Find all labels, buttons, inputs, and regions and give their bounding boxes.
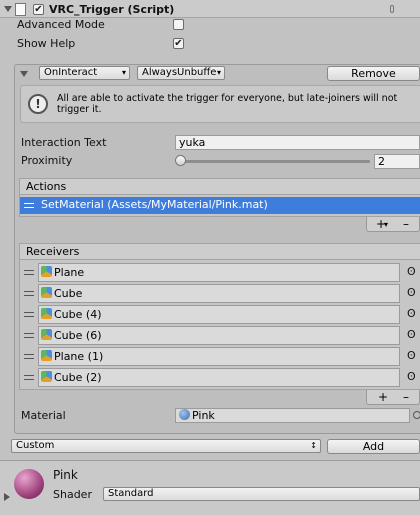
advanced-mode-checkbox[interactable] bbox=[173, 19, 184, 30]
object-picker-icon[interactable]: ʘ bbox=[407, 307, 416, 320]
advanced-mode-label: Advanced Mode bbox=[17, 18, 105, 31]
cube-icon bbox=[41, 329, 52, 340]
receiver-name: Cube (6) bbox=[54, 329, 102, 342]
material-preview-sphere bbox=[14, 469, 44, 499]
object-picker-icon[interactable]: ʘ bbox=[407, 370, 416, 383]
event-type-dropdown[interactable]: OnInteract ▾ bbox=[39, 66, 130, 80]
shader-dropdown[interactable]: Standard bbox=[103, 487, 420, 501]
drag-handle-icon[interactable] bbox=[24, 291, 34, 296]
script-icon bbox=[15, 3, 26, 16]
receiver-name: Cube (2) bbox=[54, 371, 102, 384]
material-foldout-icon[interactable] bbox=[4, 493, 10, 501]
drag-handle-icon[interactable] bbox=[24, 375, 34, 380]
add-receiver-button[interactable]: + bbox=[378, 391, 388, 403]
cube-icon bbox=[41, 266, 52, 277]
proximity-slider-track[interactable] bbox=[178, 160, 370, 163]
object-picker-icon[interactable]: ʘ bbox=[407, 286, 416, 299]
drag-handle-icon[interactable] bbox=[24, 312, 34, 317]
action-item-label[interactable]: SetMaterial (Assets/MyMaterial/Pink.mat) bbox=[41, 198, 268, 211]
receiver-object-field[interactable]: Cube (6) bbox=[38, 326, 400, 345]
receivers-footer: + – bbox=[366, 390, 420, 405]
add-action-dropdown-icon[interactable]: ▾ bbox=[384, 219, 388, 231]
trigger-foldout-icon[interactable] bbox=[20, 71, 28, 77]
actions-list-header: Actions bbox=[19, 178, 420, 195]
help-text: All are able to activate the trigger for… bbox=[57, 93, 397, 115]
info-icon: ! bbox=[28, 94, 48, 114]
receiver-object-field[interactable]: Plane (1) bbox=[38, 347, 400, 366]
object-picker-icon[interactable]: ʘ bbox=[407, 328, 416, 341]
object-picker-icon[interactable]: ʘ bbox=[407, 265, 416, 278]
remove-trigger-button[interactable]: Remove bbox=[327, 66, 420, 81]
add-trigger-button[interactable]: Add bbox=[327, 439, 420, 454]
remove-action-button[interactable]: – bbox=[403, 218, 409, 230]
drag-handle-icon[interactable] bbox=[24, 333, 34, 338]
shader-label: Shader bbox=[53, 488, 92, 501]
cube-icon bbox=[41, 350, 52, 361]
proximity-slider-thumb[interactable] bbox=[175, 155, 186, 166]
receivers-list-header: Receivers bbox=[19, 243, 420, 260]
proximity-label: Proximity bbox=[21, 154, 73, 167]
cube-icon bbox=[41, 287, 52, 298]
receiver-name: Plane bbox=[54, 266, 85, 279]
settings-icon[interactable] bbox=[390, 5, 394, 13]
broadcast-type-dropdown[interactable]: AlwaysUnbuffe ▾ bbox=[137, 66, 225, 80]
interaction-text-input[interactable]: yuka bbox=[175, 135, 420, 150]
proximity-value-input[interactable]: 2 bbox=[374, 154, 420, 169]
material-label: Material bbox=[21, 409, 66, 422]
receiver-name: Plane (1) bbox=[54, 350, 104, 363]
show-help-checkbox[interactable]: ✔ bbox=[173, 38, 184, 49]
drag-handle-icon[interactable] bbox=[24, 203, 34, 208]
component-title: VRC_Trigger (Script) bbox=[49, 3, 175, 16]
help-text-line: All are able to activate the trigger for… bbox=[57, 93, 398, 104]
receiver-object-field[interactable]: Cube (4) bbox=[38, 305, 400, 324]
material-sphere-icon bbox=[179, 409, 190, 420]
show-help-label: Show Help bbox=[17, 37, 76, 50]
foldout-arrow-icon[interactable] bbox=[4, 6, 12, 12]
material-preview-name: Pink bbox=[53, 468, 78, 482]
material-value: Pink bbox=[192, 409, 215, 422]
drag-handle-icon[interactable] bbox=[24, 354, 34, 359]
object-picker-icon[interactable] bbox=[413, 411, 420, 419]
remove-receiver-button[interactable]: – bbox=[403, 391, 409, 403]
cube-icon bbox=[41, 308, 52, 319]
actions-footer: + ▾ – bbox=[366, 217, 420, 232]
receiver-object-field[interactable]: Cube (2) bbox=[38, 368, 400, 387]
component-enabled-checkbox[interactable]: ✔ bbox=[33, 4, 44, 15]
receiver-object-field[interactable]: Cube bbox=[38, 284, 400, 303]
drag-handle-icon[interactable] bbox=[24, 270, 34, 275]
help-text-line: trigger it. bbox=[57, 104, 102, 115]
receiver-name: Cube bbox=[54, 287, 83, 300]
receiver-name: Cube (4) bbox=[54, 308, 102, 321]
material-object-field[interactable]: Pink bbox=[175, 408, 410, 423]
cube-icon bbox=[41, 371, 52, 382]
receiver-object-field[interactable]: Plane bbox=[38, 263, 400, 282]
object-picker-icon[interactable]: ʘ bbox=[407, 349, 416, 362]
custom-trigger-dropdown[interactable]: Custom ↕ bbox=[11, 439, 321, 453]
interaction-text-label: Interaction Text bbox=[21, 136, 107, 149]
